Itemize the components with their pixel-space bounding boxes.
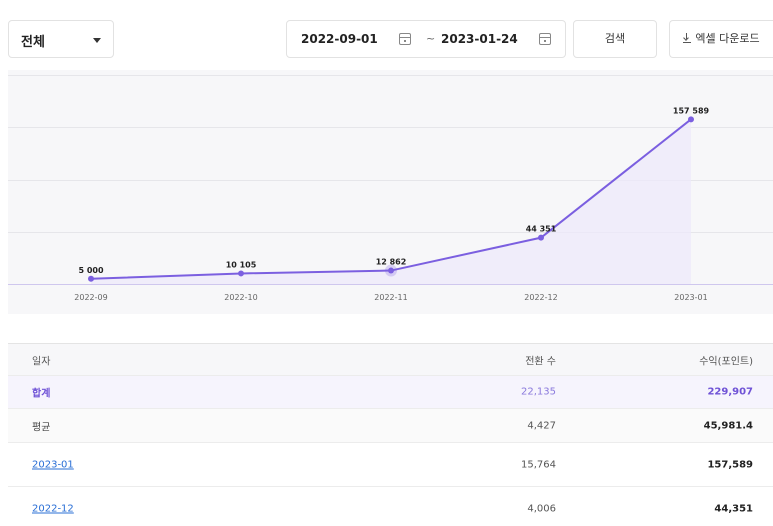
data-point	[538, 234, 544, 241]
data-label: 12 862	[376, 258, 407, 267]
row-date-link[interactable]: 2022-12	[32, 503, 74, 514]
start-date-input[interactable]: 2022-09-01	[301, 32, 378, 46]
toolbar: 전체 2022-09-01 ~ 2023-01-24 검색 엑셀 다운로드	[0, 0, 773, 72]
average-conversions: 4,427	[527, 420, 556, 431]
total-label: 합계	[32, 388, 51, 400]
scope-select-value: 전체	[21, 35, 45, 50]
data-point	[688, 116, 694, 123]
row-date-link[interactable]: 2023-01	[32, 459, 74, 470]
end-date-input[interactable]: 2023-01-24	[441, 32, 518, 46]
chart-svg: 5 000 2022-09 10 105 2022-10 12 862 2022-11 44…	[8, 75, 773, 302]
data-point	[388, 267, 394, 274]
date-separator: ~	[426, 32, 436, 45]
row-conversions: 4,006	[527, 503, 556, 514]
calendar-icon[interactable]	[539, 33, 551, 45]
x-tick-label: 2022-11	[374, 293, 407, 302]
row-conversions: 15,764	[521, 459, 556, 470]
data-label: 44 351	[526, 225, 557, 234]
header-conversions: 전환 수	[525, 356, 556, 367]
row-revenue: 157,589	[707, 459, 753, 470]
excel-download-button[interactable]: 엑셀 다운로드	[669, 20, 773, 58]
x-tick-label: 2022-09	[74, 293, 107, 302]
average-label: 평균	[32, 422, 51, 433]
x-tick-label: 2022-12	[524, 293, 557, 302]
x-tick-label: 2023-01	[674, 293, 707, 302]
table-header: 일자 전환 수 수익(포인트)	[8, 343, 773, 376]
average-row: 평균 4,427 45,981.4	[8, 409, 773, 443]
total-revenue: 229,907	[707, 386, 753, 398]
data-point	[88, 275, 94, 282]
header-date: 일자	[32, 356, 51, 367]
stats-table: 일자 전환 수 수익(포인트) 합계 22,135 229,907 평균 4,4…	[8, 343, 773, 526]
scope-select[interactable]: 전체	[8, 20, 114, 58]
download-icon	[683, 33, 692, 43]
table-row: 2022-12 4,006 44,351	[8, 487, 773, 526]
row-revenue: 44,351	[714, 503, 753, 514]
data-label: 157 589	[673, 106, 710, 115]
chevron-down-icon	[93, 38, 101, 43]
data-label: 10 105	[226, 260, 257, 269]
calendar-icon[interactable]	[399, 33, 411, 45]
total-conversions: 22,135	[521, 386, 556, 398]
data-point	[238, 270, 244, 277]
x-tick-label: 2022-10	[224, 293, 257, 302]
excel-download-label: 엑셀 다운로드	[695, 32, 760, 45]
data-label: 5 000	[78, 266, 103, 275]
date-range-picker[interactable]: 2022-09-01 ~ 2023-01-24	[286, 20, 566, 58]
revenue-chart: 5 000 2022-09 10 105 2022-10 12 862 2022-11 44…	[8, 70, 773, 314]
search-button-label: 검색	[604, 32, 626, 45]
search-button[interactable]: 검색	[573, 20, 657, 58]
header-revenue: 수익(포인트)	[699, 356, 753, 367]
average-revenue: 45,981.4	[703, 420, 753, 431]
total-row: 합계 22,135 229,907	[8, 376, 773, 409]
table-row: 2023-01 15,764 157,589	[8, 443, 773, 487]
